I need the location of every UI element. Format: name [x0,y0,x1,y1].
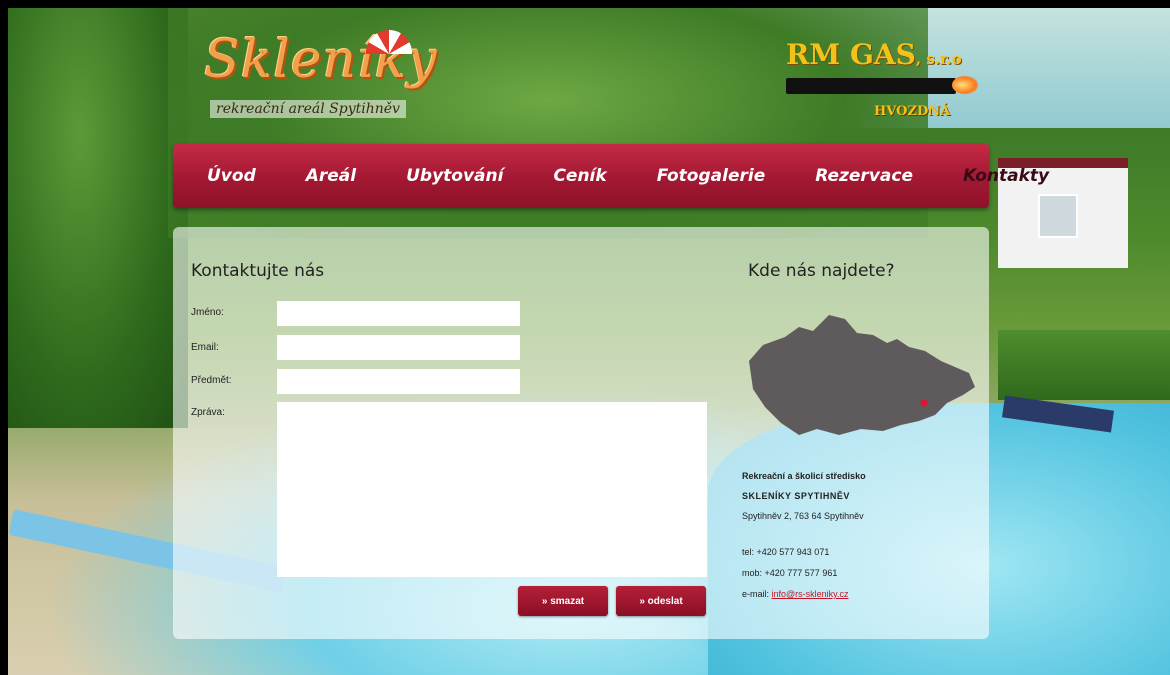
email-input[interactable] [277,335,520,360]
email-link[interactable]: info@rs-skleniky.cz [772,589,849,599]
message-textarea[interactable] [277,402,707,577]
org-name-line1: Rekreační a školicí středisko [742,471,866,481]
nav-item-areal[interactable]: Areál [306,166,356,186]
main-navigation: Úvod Areál Ubytování Ceník Fotogalerie R… [173,144,1049,208]
hedge-photo [998,330,1170,400]
flame-icon [952,76,978,94]
nav-item-ubytovani[interactable]: Ubytování [406,166,503,186]
mobile-line: mob: +420 777 577 961 [742,568,838,578]
sponsor-bar [786,78,956,94]
sponsor-logo[interactable]: RM GAS, s.r.o HVOZDNÁ [780,34,990,134]
sponsor-suffix: , s.r.o [915,50,962,68]
message-label: Zpráva: [191,407,225,418]
email-prefix: e-mail: [742,589,772,599]
czech-map [749,315,975,435]
house-window [1038,194,1078,238]
sponsor-name: RM GAS, s.r.o [786,38,962,71]
email-label: Email: [191,342,219,353]
location-marker [920,399,928,407]
site-logo[interactable]: Skleníky rekreační areál Spytihněv [200,30,437,130]
nav-item-fotogalerie[interactable]: Fotogalerie [657,166,766,186]
logo-subtitle: rekreační areál Spytihněv [210,100,406,118]
content-panel: Kontaktujte nás Jméno: Email: Předmět: Z… [173,227,989,639]
czech-republic-shape [749,315,975,435]
phone-line: tel: +420 577 943 071 [742,547,830,557]
email-line: e-mail: info@rs-skleniky.cz [742,589,849,599]
address-line: Spytihněv 2, 763 64 Spytihněv [742,511,864,521]
subject-input[interactable] [277,369,520,394]
reset-button[interactable]: » smazat [518,586,608,616]
subject-label: Předmět: [191,375,232,386]
submit-button[interactable]: » odeslat [616,586,706,616]
name-label: Jméno: [191,307,224,318]
contact-form-heading: Kontaktujte nás [191,261,325,281]
location-heading: Kde nás najdete? [748,261,895,281]
sponsor-city: HVOZDNÁ [874,104,951,119]
trees-photo-left [8,8,188,428]
name-input[interactable] [277,301,520,326]
nav-item-cenik[interactable]: Ceník [553,166,606,186]
nav-item-uvod[interactable]: Úvod [207,166,256,186]
nav-item-rezervace[interactable]: Rezervace [815,166,913,186]
nav-item-kontakty[interactable]: Kontakty [963,166,1049,186]
org-name-line2: SKLENÍKY SPYTIHNĚV [742,491,850,501]
sponsor-name-text: RM GAS [786,38,916,71]
